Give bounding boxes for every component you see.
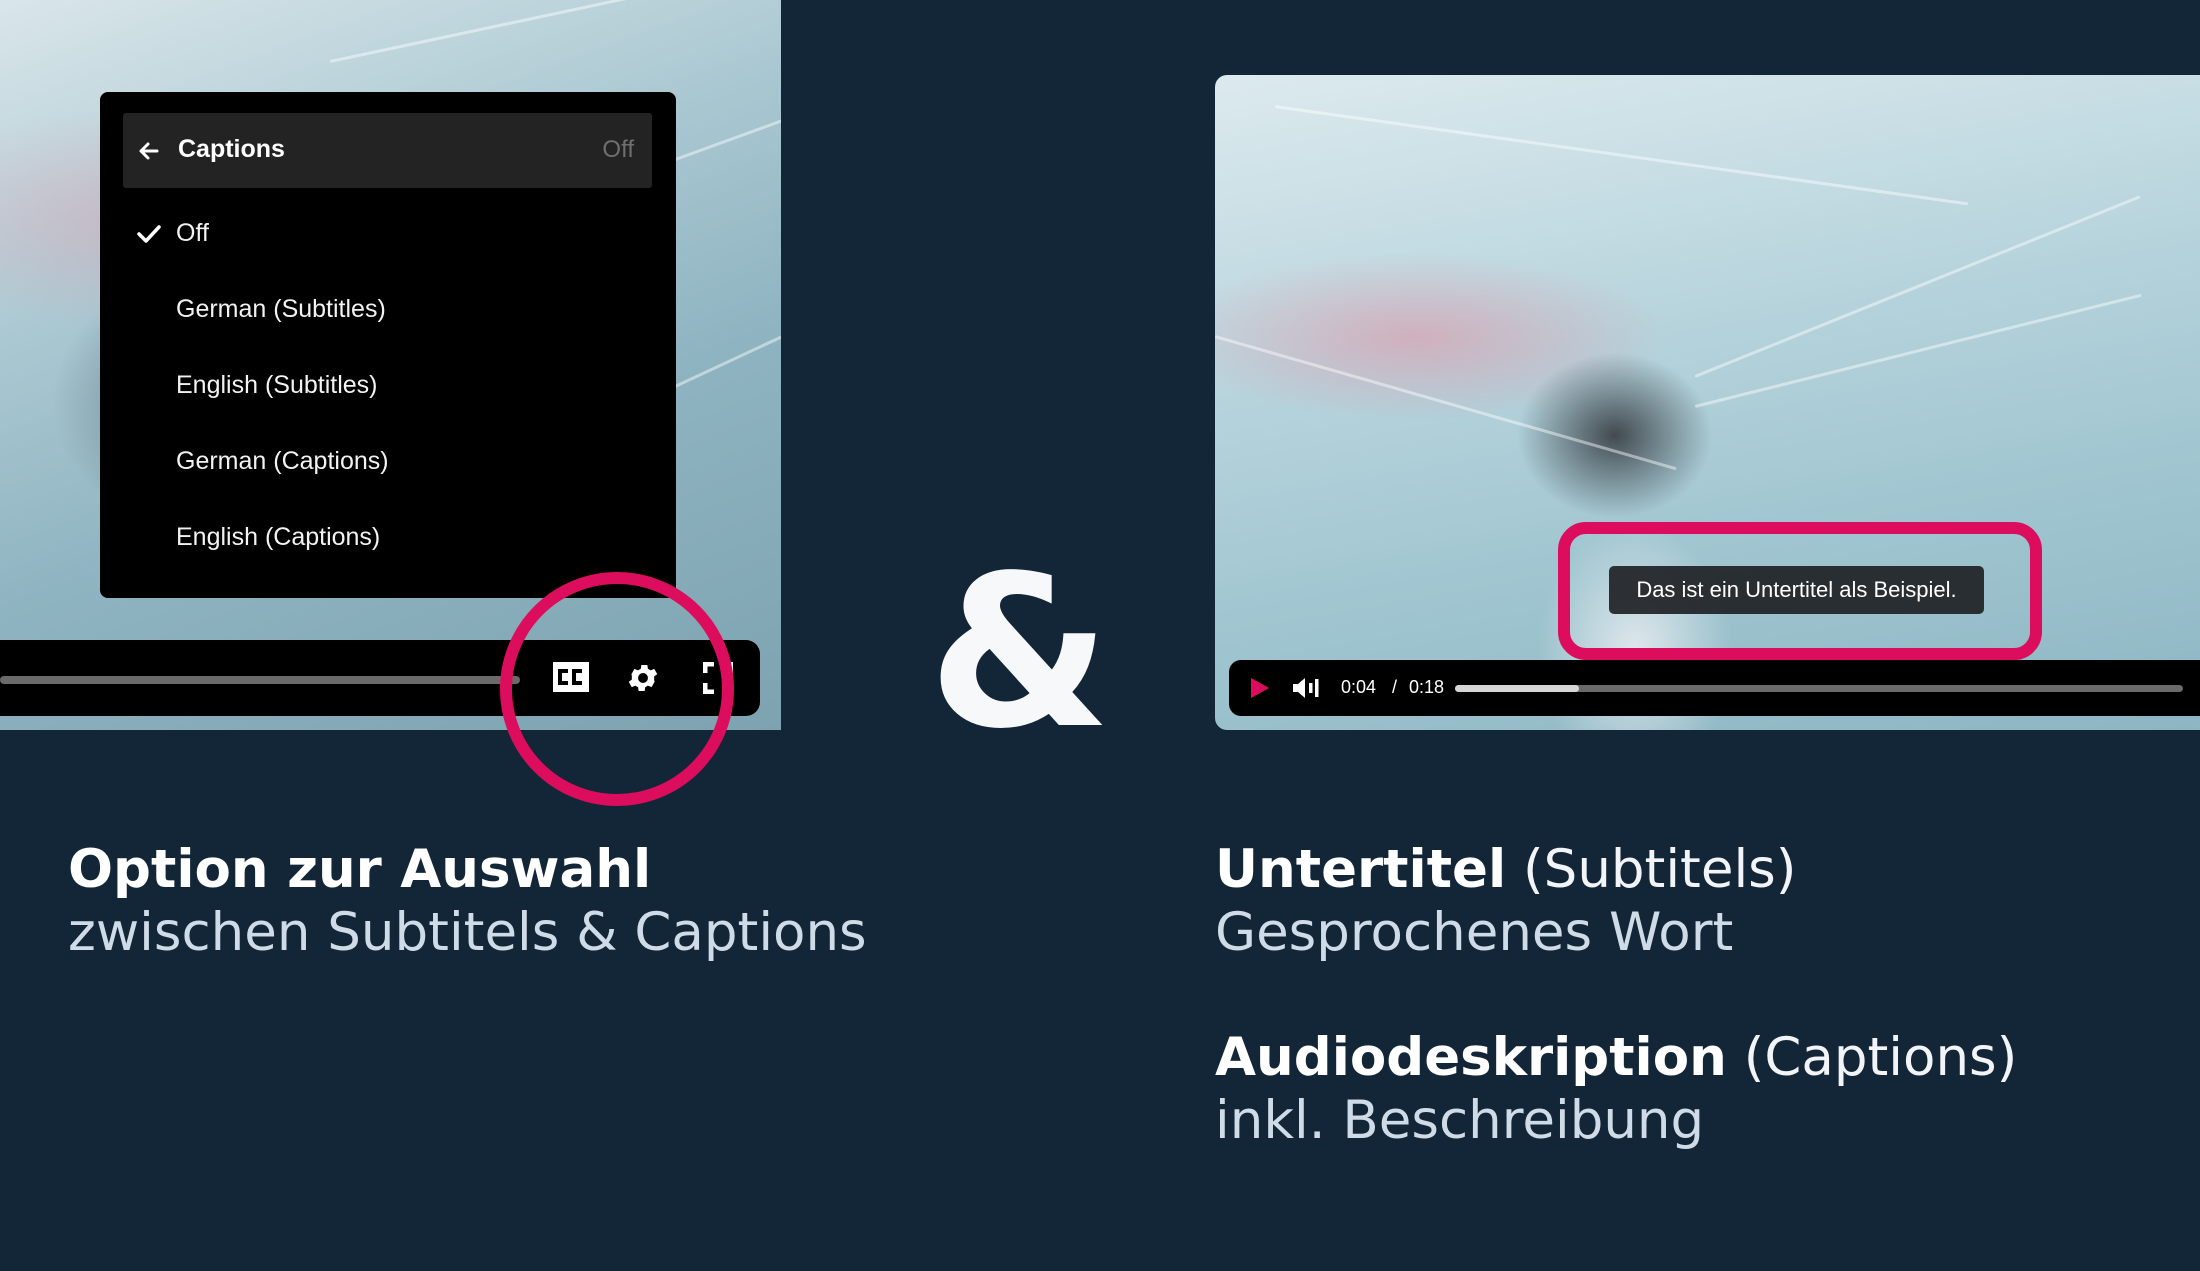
caption-option-english-subtitles[interactable]: English (Subtitles) bbox=[100, 357, 676, 417]
description-heading: Option zur Auswahl bbox=[68, 839, 652, 900]
caption-option-label: English (Captions) bbox=[176, 523, 381, 551]
captions-menu-header[interactable]: Captions Off bbox=[123, 113, 652, 188]
description-subtitles: Untertitel (Subtitels) Gesprochenes Wort bbox=[1215, 838, 1796, 964]
captions-current-value: Off bbox=[602, 136, 634, 163]
video-frame-detail bbox=[329, 0, 781, 63]
subtitle-text: Das ist ein Untertitel als Beispiel. bbox=[1609, 566, 1984, 614]
description-selection-option: Option zur Auswahl zwischen Subtitels & … bbox=[68, 838, 867, 964]
caption-option-label: English (Subtitles) bbox=[176, 371, 378, 399]
caption-option-label: German (Captions) bbox=[176, 447, 389, 475]
volume-icon[interactable] bbox=[1291, 676, 1321, 700]
description-subheading: zwischen Subtitels & Captions bbox=[68, 902, 867, 963]
description-subheading: Gesprochenes Wort bbox=[1215, 902, 1734, 963]
caption-option-german-captions[interactable]: German (Captions) bbox=[100, 433, 676, 493]
description-heading-paren: (Subtitels) bbox=[1523, 839, 1797, 900]
play-icon[interactable] bbox=[1249, 676, 1271, 700]
highlight-circle-annotation bbox=[500, 572, 734, 806]
caption-option-off[interactable]: Off bbox=[100, 205, 676, 265]
progress-bar[interactable] bbox=[1455, 685, 2183, 692]
ampersand-separator: & bbox=[928, 530, 1112, 775]
caption-option-label: Off bbox=[176, 219, 209, 247]
captions-menu-title: Captions bbox=[178, 135, 285, 163]
description-heading: Audiodeskription bbox=[1215, 1027, 1727, 1088]
progress-bar-fill bbox=[1455, 685, 1579, 692]
description-subheading: inkl. Beschreibung bbox=[1215, 1090, 1705, 1151]
video-frame-detail bbox=[1215, 335, 1677, 471]
checkmark-icon bbox=[137, 225, 161, 243]
progress-bar[interactable] bbox=[0, 676, 520, 684]
description-captions: Audiodeskription (Captions) inkl. Beschr… bbox=[1215, 1026, 2017, 1152]
time-separator: / bbox=[1392, 677, 1398, 697]
captions-menu: Captions Off Off German (Subtitles) Engl… bbox=[100, 92, 676, 598]
total-duration: 0:18 bbox=[1409, 677, 1445, 697]
video-frame-detail bbox=[1274, 105, 1969, 206]
description-heading-paren: (Captions) bbox=[1743, 1027, 2018, 1088]
description-heading: Untertitel bbox=[1215, 839, 1507, 900]
right-control-bar: 0:04 / 0:18 bbox=[1229, 660, 2200, 716]
current-time: 0:04 bbox=[1341, 677, 1377, 697]
caption-option-label: German (Subtitles) bbox=[176, 295, 386, 323]
caption-option-german-subtitles[interactable]: German (Subtitles) bbox=[100, 281, 676, 341]
caption-option-english-captions[interactable]: English (Captions) bbox=[100, 509, 676, 569]
arrow-left-icon[interactable] bbox=[137, 139, 161, 163]
